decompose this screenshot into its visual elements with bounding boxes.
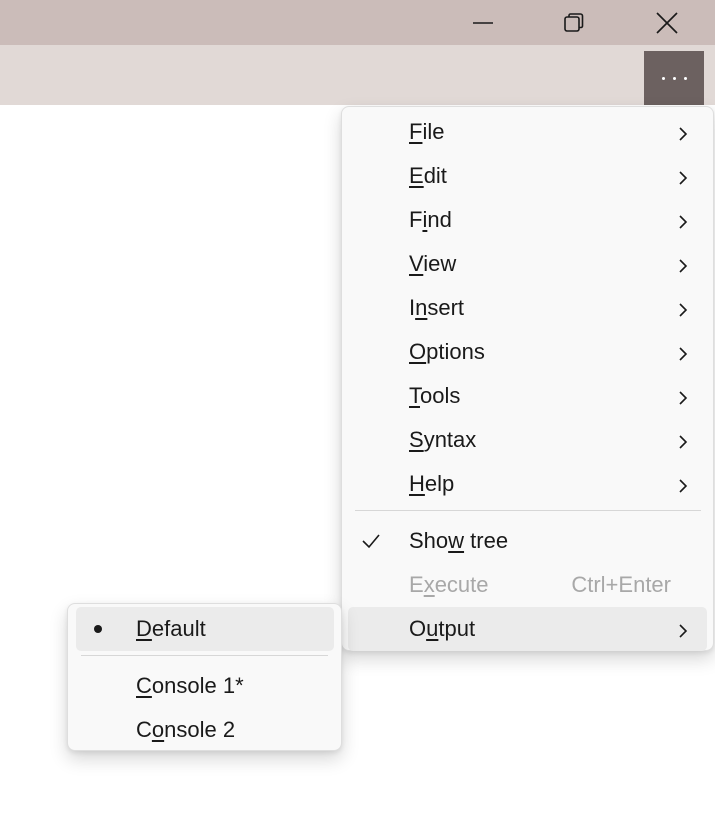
menu-item-console-1[interactable]: Console 1* (76, 664, 334, 708)
chevron-right-icon (676, 168, 690, 185)
chevron-right-icon (676, 432, 690, 449)
chevron-right-icon (676, 256, 690, 273)
menu-item-edit[interactable]: Edit (348, 154, 707, 198)
menu-item-label: Show tree (409, 528, 509, 553)
minimize-button[interactable] (460, 0, 506, 45)
more-options-button[interactable] (644, 51, 704, 105)
menu-item-label: Console 2 (136, 717, 236, 742)
menu-item-label: Tools (409, 383, 461, 408)
restore-icon (564, 12, 584, 32)
chevron-right-icon (676, 621, 690, 638)
minimize-icon (473, 21, 493, 24)
menu-item-label: Default (136, 616, 206, 641)
menu-item-label: View (409, 251, 457, 276)
menu-item-show-tree[interactable]: Show tree (348, 519, 707, 563)
output-submenu: Default Console 1* Console 2 (67, 603, 342, 751)
title-bar (0, 0, 715, 45)
menu-item-output[interactable]: Output (348, 607, 707, 651)
close-icon (656, 11, 678, 34)
menu-item-label: Help (409, 471, 455, 496)
chevron-right-icon (676, 476, 690, 493)
menu-item-label: Console 1* (136, 673, 244, 698)
chevron-right-icon (676, 388, 690, 405)
menu-item-console-2[interactable]: Console 2 (76, 708, 334, 752)
menu-item-execute: Execute Ctrl+Enter (348, 563, 707, 607)
menu-item-label: Find (409, 207, 452, 232)
menu-item-label: Options (409, 339, 485, 364)
checkmark-icon (361, 531, 381, 555)
menu-item-label: Output (409, 616, 476, 641)
chevron-right-icon (676, 344, 690, 361)
menu-item-label: Insert (409, 295, 465, 320)
chevron-right-icon (676, 124, 690, 141)
menu-item-tools[interactable]: Tools (348, 374, 707, 418)
menu-item-insert[interactable]: Insert (348, 286, 707, 330)
menu-item-label: Edit (409, 163, 447, 188)
toolbar (0, 45, 715, 105)
menu-item-options[interactable]: Options (348, 330, 707, 374)
menu-separator (355, 510, 701, 511)
shortcut-label: Ctrl+Enter (571, 572, 671, 597)
more-ellipsis-icon (661, 76, 665, 80)
menu-separator (81, 655, 328, 656)
menu-item-label: Execute (409, 572, 489, 597)
menu-item-label: Syntax (409, 427, 477, 452)
main-menu: File Edit Find View Insert Options Tools… (341, 106, 714, 651)
menu-item-label: File (409, 119, 445, 144)
chevron-right-icon (676, 300, 690, 317)
menu-item-syntax[interactable]: Syntax (348, 418, 707, 462)
chevron-right-icon (676, 212, 690, 229)
close-button[interactable] (644, 0, 690, 45)
menu-item-find[interactable]: Find (348, 198, 707, 242)
menu-item-help[interactable]: Help (348, 462, 707, 506)
menu-item-default[interactable]: Default (76, 607, 334, 651)
menu-item-view[interactable]: View (348, 242, 707, 286)
radio-bullet-icon (94, 625, 102, 633)
menu-item-file[interactable]: File (348, 110, 707, 154)
restore-button[interactable] (551, 0, 597, 45)
